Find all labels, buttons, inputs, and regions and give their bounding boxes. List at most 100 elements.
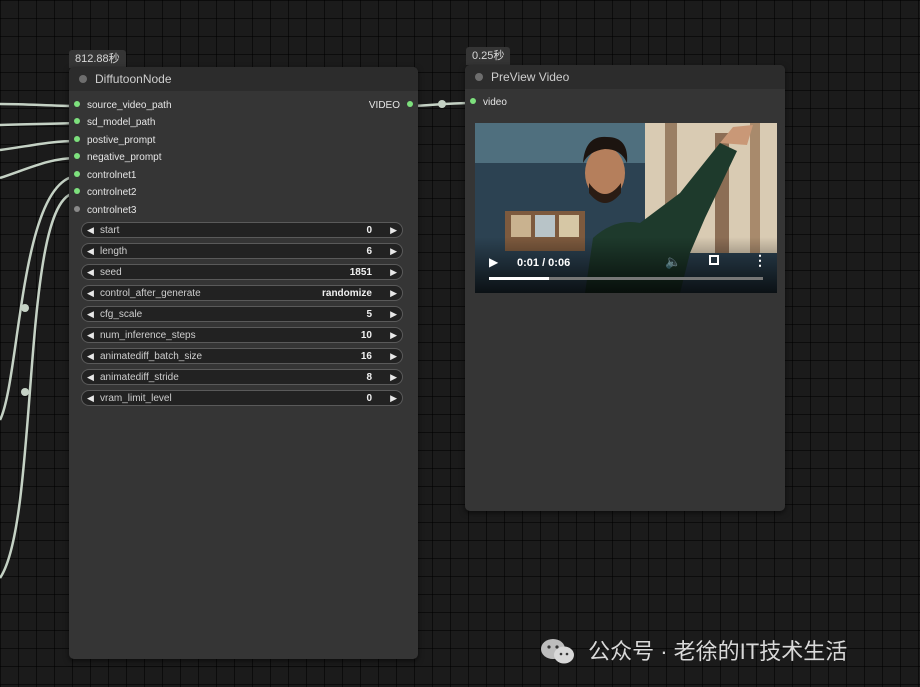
progress-track[interactable] xyxy=(489,277,763,280)
decrement-arrow-icon[interactable]: ◀ xyxy=(87,309,94,320)
input-pin-icon[interactable] xyxy=(74,206,80,213)
progress-fill xyxy=(489,277,550,280)
slot-label: VIDEO xyxy=(368,100,400,111)
widget-label: start xyxy=(100,225,120,236)
input-slot-postive-prompt[interactable]: postive_prompt xyxy=(74,134,155,148)
input-slot-controlnet2[interactable]: controlnet2 xyxy=(74,186,136,200)
collapse-dot-icon[interactable] xyxy=(79,75,87,83)
increment-arrow-icon[interactable]: ▶ xyxy=(390,246,397,257)
widget-value: 8 xyxy=(366,372,372,383)
slot-label: postive_prompt xyxy=(87,135,156,146)
input-pin-icon[interactable] xyxy=(470,98,476,105)
widget-value: 0 xyxy=(366,393,372,404)
wire-reroute-dot xyxy=(21,388,29,396)
widget-label: animatediff_batch_size xyxy=(100,351,203,362)
increment-arrow-icon[interactable]: ▶ xyxy=(390,267,397,278)
input-slot-negative-prompt[interactable]: negative_prompt xyxy=(74,151,162,165)
widget-label: seed xyxy=(100,267,122,278)
diffutoon-node-title: DiffutoonNode xyxy=(95,72,172,86)
wire-postive-prompt xyxy=(0,139,78,152)
preview-video-node[interactable]: PreView Video video ▶ 0:01 / 0:06 🔈 ⋮ xyxy=(465,65,785,511)
input-slot-video[interactable]: video xyxy=(470,96,507,110)
slot-label: source_video_path xyxy=(87,100,172,111)
increment-arrow-icon[interactable]: ▶ xyxy=(390,330,397,341)
decrement-arrow-icon[interactable]: ◀ xyxy=(87,351,94,362)
decrement-arrow-icon[interactable]: ◀ xyxy=(87,330,94,341)
widget-label: cfg_scale xyxy=(100,309,143,320)
output-slot-video[interactable]: VIDEO xyxy=(369,99,413,113)
widget-label: control_after_generate xyxy=(100,288,201,299)
widget-value: 1851 xyxy=(349,267,372,278)
widget-seed[interactable]: ◀ seed 1851 ▶ xyxy=(81,264,403,280)
increment-arrow-icon[interactable]: ▶ xyxy=(390,393,397,404)
wechat-icon xyxy=(541,639,574,664)
increment-arrow-icon[interactable]: ▶ xyxy=(390,225,397,236)
input-slot-controlnet1[interactable]: controlnet1 xyxy=(74,169,136,183)
widget-start[interactable]: ◀ start 0 ▶ xyxy=(81,222,403,238)
widget-label: vram_limit_level xyxy=(100,393,172,404)
widget-animatediff-batch-size[interactable]: ◀ animatediff_batch_size 16 ▶ xyxy=(81,348,403,364)
decrement-arrow-icon[interactable]: ◀ xyxy=(87,288,94,299)
increment-arrow-icon[interactable]: ▶ xyxy=(390,372,397,383)
diffutoon-timing-badge: 812.88秒 xyxy=(69,50,126,68)
widget-label: animatediff_stride xyxy=(100,372,179,383)
video-player[interactable]: ▶ 0:01 / 0:06 🔈 ⋮ xyxy=(475,123,777,293)
slot-label: controlnet2 xyxy=(87,187,137,198)
input-slot-source-video-path[interactable]: source_video_path xyxy=(74,99,172,113)
input-pin-icon[interactable] xyxy=(74,153,80,160)
widget-num-inference-steps[interactable]: ◀ num_inference_steps 10 ▶ xyxy=(81,327,403,343)
wire-controlnet2 xyxy=(0,191,78,579)
decrement-arrow-icon[interactable]: ◀ xyxy=(87,225,94,236)
widget-label: length xyxy=(100,246,128,257)
preview-node-title: PreView Video xyxy=(491,70,570,84)
wire-negative-prompt xyxy=(0,156,78,180)
video-time-display: 0:01 / 0:06 xyxy=(517,257,571,269)
watermark-text: 公众号 · 老徐的IT技术生活 xyxy=(588,639,848,665)
widget-control-after-generate[interactable]: ◀ control_after_generate randomize ▶ xyxy=(81,285,403,301)
input-pin-icon[interactable] xyxy=(74,136,80,143)
increment-arrow-icon[interactable]: ▶ xyxy=(390,288,397,299)
widget-value: 16 xyxy=(360,351,372,362)
widget-vram-limit-level[interactable]: ◀ vram_limit_level 0 ▶ xyxy=(81,390,403,406)
decrement-arrow-icon[interactable]: ◀ xyxy=(87,246,94,257)
input-pin-icon[interactable] xyxy=(74,101,80,108)
input-pin-icon[interactable] xyxy=(74,171,80,178)
slot-label: controlnet3 xyxy=(87,205,137,216)
watermark: 公众号 · 老徐的IT技术生活 xyxy=(540,636,847,666)
diffutoon-node-title-bar[interactable]: DiffutoonNode xyxy=(69,67,418,91)
wire-midpoint-dot xyxy=(438,100,446,108)
fullscreen-icon[interactable] xyxy=(709,255,719,265)
widget-animatediff-stride[interactable]: ◀ animatediff_stride 8 ▶ xyxy=(81,369,403,385)
widget-length[interactable]: ◀ length 6 ▶ xyxy=(81,243,403,259)
slot-label: video xyxy=(483,97,507,108)
decrement-arrow-icon[interactable]: ◀ xyxy=(87,372,94,383)
slot-label: sd_model_path xyxy=(87,117,156,128)
collapse-dot-icon[interactable] xyxy=(475,73,483,81)
widget-value: 0 xyxy=(366,225,372,236)
more-options-icon[interactable]: ⋮ xyxy=(753,252,767,269)
video-controls-bar: ▶ 0:01 / 0:06 🔈 ⋮ xyxy=(475,237,777,293)
wire-sd-model-path xyxy=(0,121,78,127)
input-pin-icon[interactable] xyxy=(74,118,80,125)
decrement-arrow-icon[interactable]: ◀ xyxy=(87,267,94,278)
widget-value: randomize xyxy=(321,288,372,299)
decrement-arrow-icon[interactable]: ◀ xyxy=(87,393,94,404)
wire-source-video-path xyxy=(0,102,78,108)
diffutoon-node[interactable]: DiffutoonNode source_video_path sd_model… xyxy=(69,67,418,659)
volume-icon[interactable]: 🔈 xyxy=(665,254,681,270)
input-pin-icon[interactable] xyxy=(74,188,80,195)
increment-arrow-icon[interactable]: ▶ xyxy=(390,309,397,320)
preview-node-title-bar[interactable]: PreView Video xyxy=(465,65,785,89)
wire-reroute-dot xyxy=(21,304,29,312)
slot-label: controlnet1 xyxy=(87,170,137,181)
input-slot-controlnet3[interactable]: controlnet3 xyxy=(74,204,136,218)
widget-cfg-scale[interactable]: ◀ cfg_scale 5 ▶ xyxy=(81,306,403,322)
widget-label: num_inference_steps xyxy=(100,330,196,341)
widget-value: 10 xyxy=(360,330,372,341)
increment-arrow-icon[interactable]: ▶ xyxy=(390,351,397,362)
slot-label: negative_prompt xyxy=(87,152,162,163)
play-icon[interactable]: ▶ xyxy=(489,255,498,269)
input-slot-sd-model-path[interactable]: sd_model_path xyxy=(74,116,155,130)
output-pin-icon[interactable] xyxy=(407,101,413,108)
widget-value: 6 xyxy=(366,246,372,257)
